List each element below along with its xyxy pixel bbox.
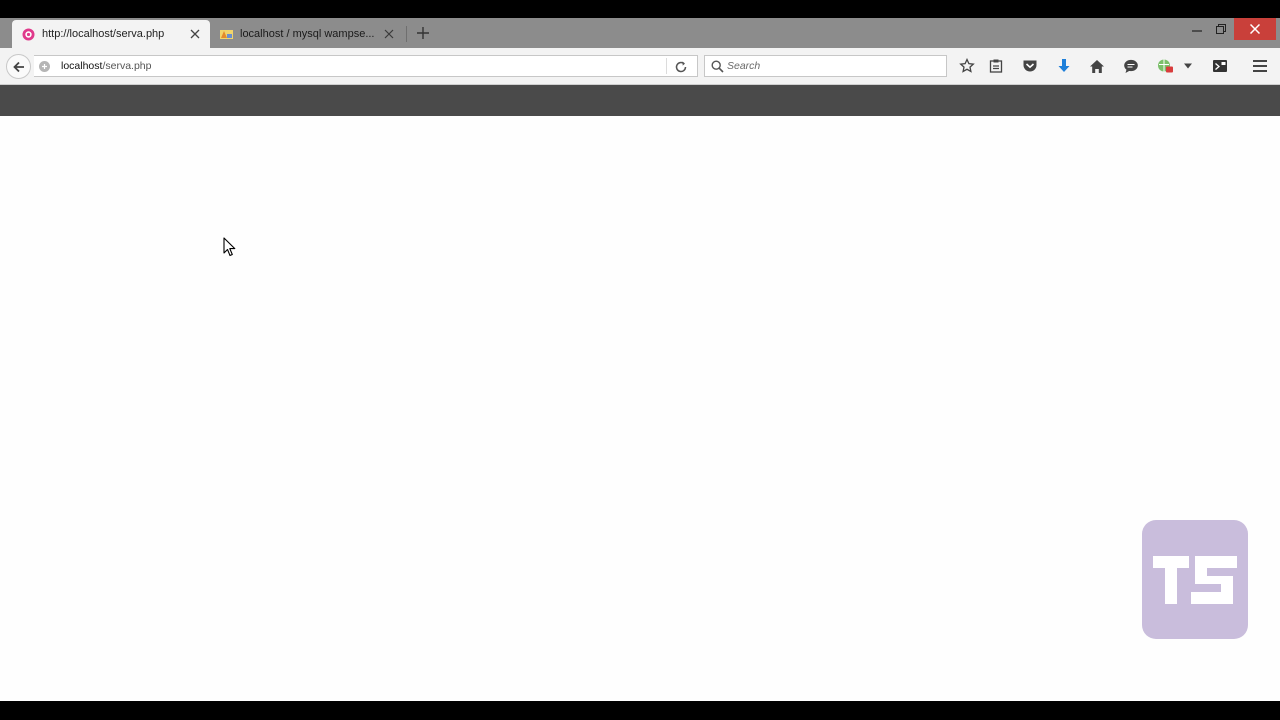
back-arrow-icon: [12, 61, 24, 72]
window-bottom-strip: [0, 701, 1280, 720]
tab-title: localhost / mysql wampse...: [240, 28, 375, 40]
restore-button[interactable]: [1210, 18, 1232, 40]
new-tab-button[interactable]: [414, 24, 432, 42]
devtools-icon: [1213, 60, 1227, 72]
minimize-icon: [1192, 30, 1202, 32]
tab-title: http://localhost/serva.php: [42, 28, 165, 40]
url-path: /serva.php: [102, 60, 152, 72]
url-bar[interactable]: localhost/serva.php: [34, 55, 698, 77]
ts-logo-icon: [1153, 555, 1237, 604]
close-icon[interactable]: [188, 27, 202, 41]
window-top-strip: [0, 0, 1280, 18]
home-icon: [1090, 59, 1104, 73]
window-close-button[interactable]: [1234, 18, 1276, 40]
chat-icon: [1124, 59, 1138, 73]
close-icon[interactable]: [382, 27, 396, 41]
url-separator: [666, 58, 667, 74]
page-header-bar: [0, 85, 1280, 116]
bookmark-star-button[interactable]: [958, 57, 976, 75]
hamburger-menu-icon: [1253, 60, 1267, 72]
hamburger-menu-button[interactable]: [1251, 57, 1269, 75]
tab-serva[interactable]: http://localhost/serva.php: [12, 20, 210, 48]
info-icon[interactable]: [38, 60, 51, 73]
minimize-button[interactable]: [1186, 18, 1208, 40]
url-text[interactable]: localhost/serva.php: [61, 60, 151, 72]
tab-separator: [406, 26, 407, 42]
extension-icon: [1157, 59, 1173, 73]
pocket-icon: [1023, 60, 1037, 72]
search-input[interactable]: [727, 58, 937, 74]
browser-window: http://localhost/serva.php localhost / m…: [0, 0, 1280, 720]
close-icon: [1250, 24, 1260, 34]
tab-strip: http://localhost/serva.php localhost / m…: [0, 18, 1280, 48]
reading-list-icon: [989, 59, 1003, 73]
watermark-logo: [1142, 520, 1248, 639]
reload-icon[interactable]: [674, 60, 688, 74]
downloads-icon: [1058, 59, 1070, 72]
search-bar[interactable]: [704, 55, 947, 77]
devtools-button[interactable]: [1211, 57, 1229, 75]
chat-button[interactable]: [1122, 57, 1140, 75]
back-button[interactable]: [6, 54, 31, 79]
bookmark-star-icon: [959, 58, 975, 73]
extension-dropdown-button[interactable]: [1181, 57, 1195, 75]
tab-phpmyadmin[interactable]: localhost / mysql wampse...: [214, 20, 404, 48]
plus-icon: [417, 27, 429, 39]
dropdown-arrow-icon: [1184, 63, 1192, 69]
navigation-toolbar: localhost/serva.php: [0, 48, 1280, 85]
reading-list-button[interactable]: [987, 57, 1005, 75]
downloads-button[interactable]: [1055, 57, 1073, 75]
pocket-button[interactable]: [1021, 57, 1039, 75]
url-host: localhost: [61, 60, 103, 72]
mouse-cursor-icon: [223, 237, 236, 257]
extension-button[interactable]: [1156, 57, 1174, 75]
phpmyadmin-favicon-icon: [220, 29, 233, 39]
search-icon: [711, 60, 724, 73]
wamp-favicon-icon: [22, 28, 35, 40]
home-button[interactable]: [1088, 57, 1106, 75]
restore-icon: [1216, 24, 1226, 34]
page-content: [0, 116, 1280, 701]
